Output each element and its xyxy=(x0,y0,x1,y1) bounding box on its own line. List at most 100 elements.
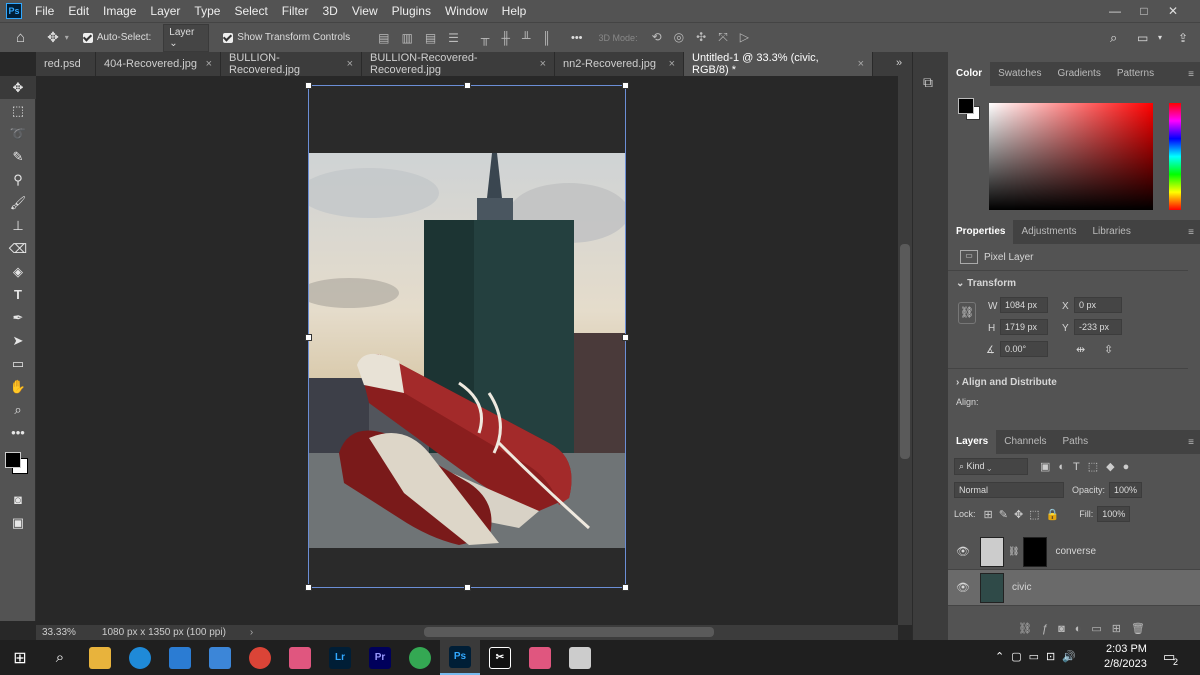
layer-row-converse[interactable]: 👁 ⛓ converse xyxy=(948,534,1200,570)
3d-orbit-icon[interactable]: ⟲ xyxy=(652,30,662,44)
layer-mask-thumbnail[interactable] xyxy=(1023,536,1048,567)
3d-slide-icon[interactable]: ⤧ xyxy=(718,30,728,44)
move-tool-icon[interactable]: ✥ xyxy=(47,29,59,46)
tab-gradients[interactable]: Gradients xyxy=(1049,62,1108,86)
flip-vertical-icon[interactable]: ⇳ xyxy=(1104,343,1113,356)
menu-window[interactable]: Window xyxy=(438,0,495,22)
quick-select-tool-icon[interactable]: ✎ xyxy=(0,145,36,168)
lightroom-icon[interactable]: Lr xyxy=(320,640,360,675)
transform-handle-tr[interactable] xyxy=(622,82,629,89)
3d-camera-icon[interactable]: ▷ xyxy=(740,30,749,44)
premiere-icon[interactable]: Pr xyxy=(360,640,400,675)
mail-icon[interactable] xyxy=(200,640,240,675)
rectangle-tool-icon[interactable]: ▭ xyxy=(0,352,36,375)
y-field[interactable]: -233 px xyxy=(1074,319,1122,335)
height-field[interactable]: 1719 px xyxy=(1000,319,1048,335)
eraser-tool-icon[interactable]: ⌫ xyxy=(0,237,36,260)
transform-handle-r[interactable] xyxy=(622,334,629,341)
distribute-vertical-icon[interactable]: ║ xyxy=(542,31,551,45)
transform-handle-b[interactable] xyxy=(464,584,471,591)
panel-menu-icon[interactable]: ≡ xyxy=(1188,69,1194,80)
angle-field[interactable]: 0.00° xyxy=(1000,341,1048,357)
align-bottom-icon[interactable]: ╨ xyxy=(522,31,531,45)
transform-handle-l[interactable] xyxy=(305,334,312,341)
filter-icons[interactable]: ▣◐T⬚◆● xyxy=(1040,460,1137,473)
marquee-tool-icon[interactable]: ⬚ xyxy=(0,99,36,122)
tab-adjustments[interactable]: Adjustments xyxy=(1013,220,1084,244)
menu-image[interactable]: Image xyxy=(96,0,143,22)
layer-row-civic[interactable]: 👁 civic xyxy=(948,570,1200,606)
paint-bucket-tool-icon[interactable]: ◈ xyxy=(0,260,36,283)
transform-section-title[interactable]: ⌄ Transform xyxy=(956,278,1016,289)
chrome-icon[interactable] xyxy=(240,640,280,675)
zoom-tool-icon[interactable]: ⌕ xyxy=(0,398,36,421)
eyedropper-tool-icon[interactable]: ⚲ xyxy=(0,168,36,191)
tabs-overflow-icon[interactable]: » xyxy=(896,57,902,69)
pen-tool-icon[interactable]: ✒ xyxy=(0,306,36,329)
auto-select-dropdown[interactable]: Layer ⌄ xyxy=(163,23,210,52)
tab-layers[interactable]: Layers xyxy=(948,430,997,454)
lasso-tool-icon[interactable]: ➰ xyxy=(0,122,36,145)
tab-bullion-recovered[interactable]: BULLION-Recovered.jpg × xyxy=(221,52,362,76)
file-explorer-icon[interactable] xyxy=(80,640,120,675)
photoshop-taskbar-icon[interactable]: Ps xyxy=(440,640,480,675)
menu-help[interactable]: Help xyxy=(495,0,534,22)
history-icon[interactable]: ⧉ xyxy=(923,74,948,91)
layer-kind-filter[interactable]: ⌕ Kind ⌄ xyxy=(954,457,1028,475)
horizontal-scrollbar-thumb[interactable] xyxy=(424,627,714,637)
search-icon[interactable]: ⌕ xyxy=(40,640,80,675)
tab-untitled-1[interactable]: Untitled-1 @ 33.3% (civic, RGB/8) * × xyxy=(684,52,873,76)
link-icon[interactable]: ⛓ xyxy=(958,302,976,324)
menu-layer[interactable]: Layer xyxy=(143,0,187,22)
distribute-icon[interactable]: ☰ xyxy=(448,31,459,45)
x-field[interactable]: 0 px xyxy=(1074,297,1122,313)
align-middle-icon[interactable]: ╫ xyxy=(501,31,510,45)
menu-select[interactable]: Select xyxy=(227,0,274,22)
hand-tool-icon[interactable]: ✋ xyxy=(0,375,36,398)
zoom-level[interactable]: 33.33% xyxy=(42,627,76,638)
minimize-button[interactable]: — xyxy=(1102,0,1128,22)
status-menu-arrow[interactable]: › xyxy=(250,627,253,638)
panel-menu-icon[interactable]: ≡ xyxy=(1188,437,1194,448)
color-picker-field[interactable] xyxy=(989,103,1153,210)
tab-patterns[interactable]: Patterns xyxy=(1109,62,1162,86)
move-tool-icon[interactable]: ✥ xyxy=(0,76,36,99)
align-right-icon[interactable]: ▤ xyxy=(425,31,436,45)
vertical-scrollbar-thumb[interactable] xyxy=(900,244,910,459)
chevron-down-icon[interactable]: ▾ xyxy=(65,33,69,42)
edge-icon[interactable] xyxy=(120,640,160,675)
show-transform-checkbox[interactable]: Show Transform Controls xyxy=(223,32,350,43)
align-center-icon[interactable]: ▥ xyxy=(401,31,412,45)
close-icon[interactable]: × xyxy=(669,58,675,70)
workspace-icon[interactable]: ▭ xyxy=(1137,31,1148,45)
close-icon[interactable]: × xyxy=(206,58,212,70)
menu-plugins[interactable]: Plugins xyxy=(385,0,438,22)
fill-field[interactable]: 100% xyxy=(1097,506,1131,522)
clock-time[interactable]: 2:03 PM xyxy=(1106,643,1147,655)
flip-horizontal-icon[interactable]: ⇹ xyxy=(1076,343,1085,356)
menu-filter[interactable]: Filter xyxy=(275,0,316,22)
align-left-icon[interactable]: ▤ xyxy=(378,31,389,45)
chain-link-icon[interactable]: ⛓ xyxy=(1008,546,1019,557)
tab-libraries[interactable]: Libraries xyxy=(1085,220,1139,244)
quick-mask-icon[interactable]: ◙ xyxy=(0,488,36,511)
stamp-tool-icon[interactable]: ⊥ xyxy=(0,214,36,237)
maximize-button[interactable]: □ xyxy=(1131,0,1157,22)
hue-slider[interactable] xyxy=(1169,103,1181,210)
transform-handle-br[interactable] xyxy=(622,584,629,591)
tab-404-recovered[interactable]: 404-Recovered.jpg × xyxy=(96,52,221,76)
visibility-eye-icon[interactable]: 👁 xyxy=(956,581,972,594)
share-icon[interactable]: ⇪ xyxy=(1178,31,1188,45)
capcut-icon[interactable]: ✂ xyxy=(480,640,520,675)
menu-type[interactable]: Type xyxy=(187,0,227,22)
home-icon[interactable]: ⌂ xyxy=(16,29,25,46)
chevron-down-icon[interactable]: ▾ xyxy=(1158,33,1162,42)
opacity-field[interactable]: 100% xyxy=(1109,482,1143,498)
type-tool-icon[interactable]: T xyxy=(0,283,36,306)
menu-edit[interactable]: Edit xyxy=(61,0,96,22)
close-icon[interactable]: × xyxy=(858,58,864,70)
search-icon[interactable]: ⌕ xyxy=(1110,30,1117,46)
panel-menu-icon[interactable]: ≡ xyxy=(1188,227,1194,238)
close-icon[interactable]: × xyxy=(540,58,546,70)
foreground-color-swatch[interactable] xyxy=(958,98,974,114)
